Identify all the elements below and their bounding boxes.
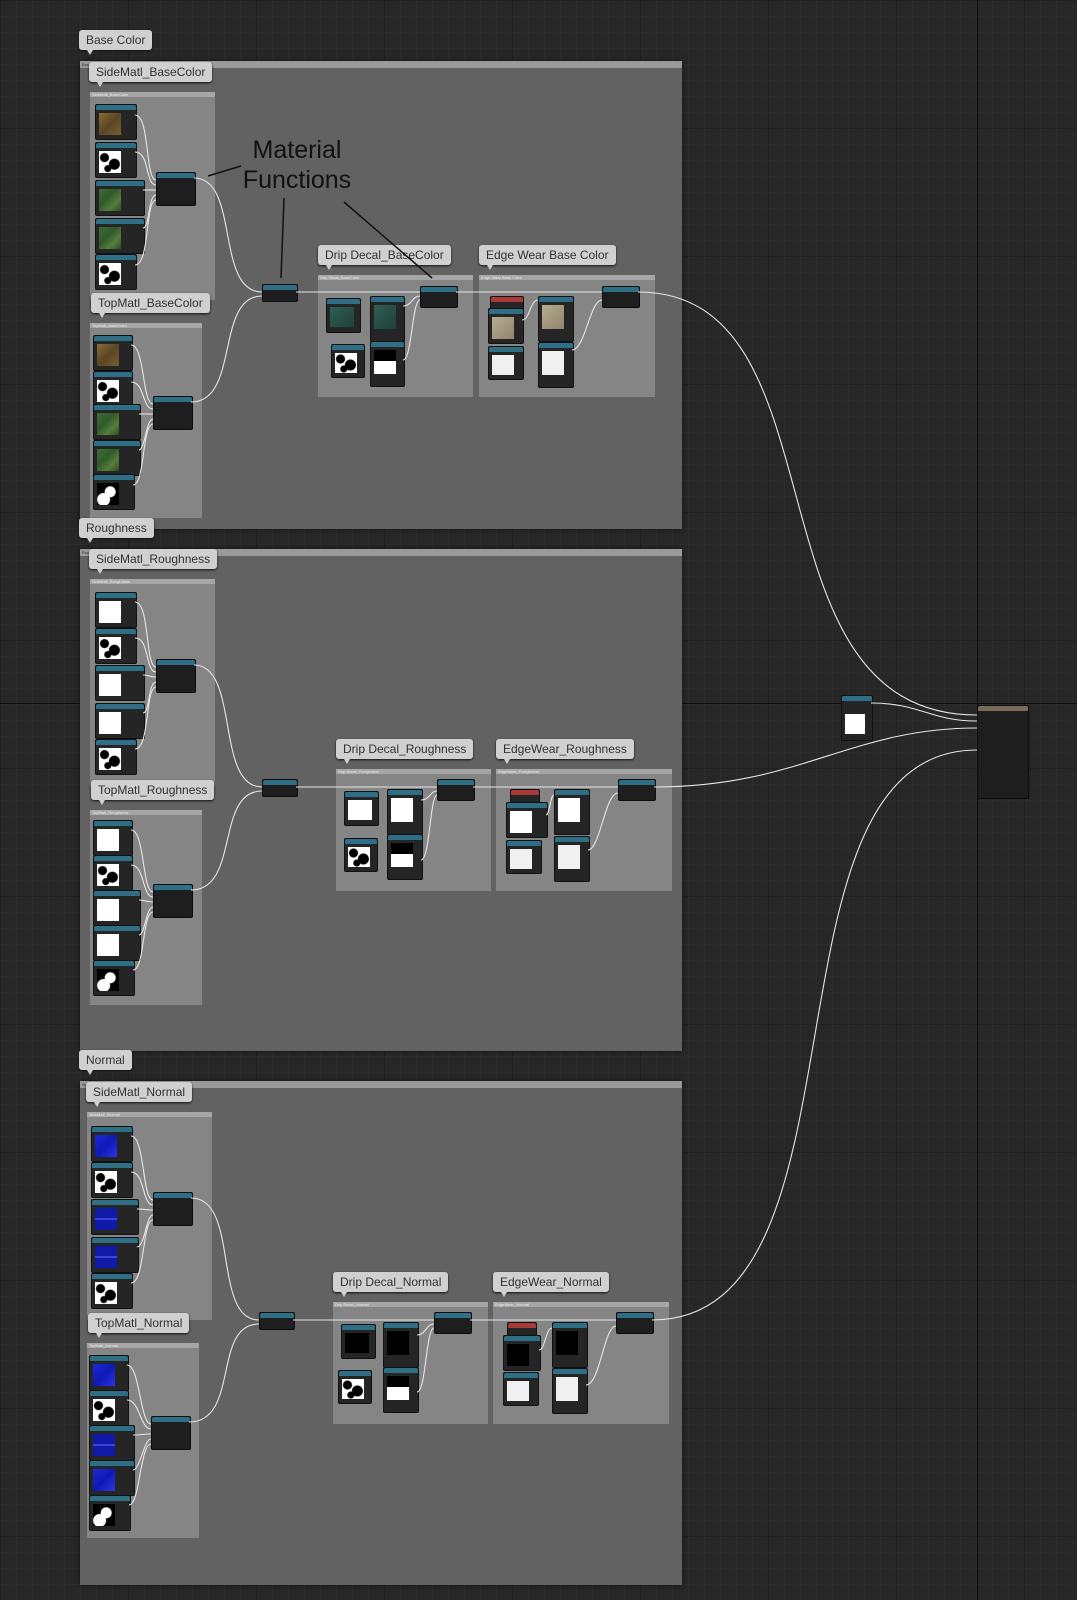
graph-wires [126,114,978,1506]
